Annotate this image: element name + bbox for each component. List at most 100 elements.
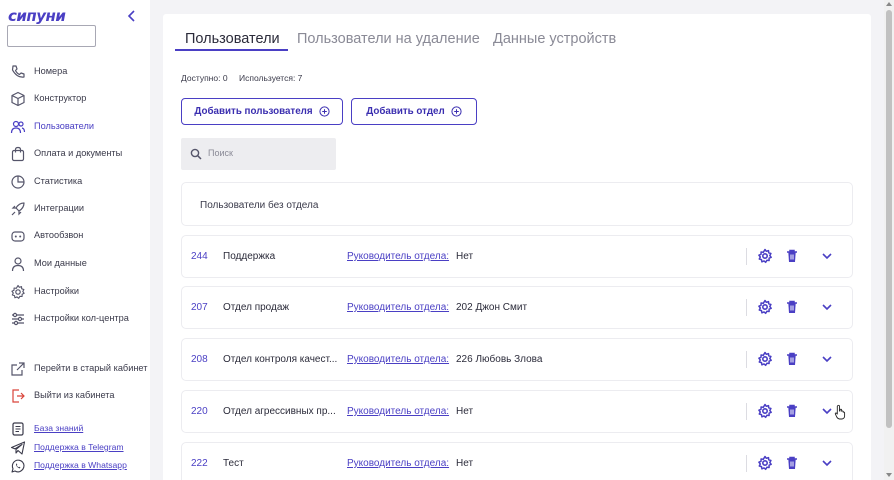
department-head-link[interactable]: Руководитель отдела: (347, 406, 449, 417)
department-name: Отдел продаж (223, 302, 290, 313)
tab-users[interactable]: Пользователи (185, 31, 280, 47)
department-head-link[interactable]: Руководитель отдела: (347, 302, 449, 313)
sidebar-search-input[interactable] (7, 25, 96, 47)
trash-icon[interactable] (784, 351, 800, 367)
trash-icon[interactable] (784, 299, 800, 315)
gear-icon (11, 284, 25, 299)
sidebar-item-label: Статистика (34, 176, 83, 186)
active-tab-indicator (175, 49, 288, 51)
sidebar-item-label: Номера (34, 66, 68, 76)
department-id[interactable]: 208 (191, 354, 208, 365)
trash-icon[interactable] (784, 248, 800, 264)
department-id[interactable]: 244 (191, 251, 208, 262)
old-cabinet-link[interactable]: Перейти в старый кабинет (0, 358, 150, 380)
sidebar-item-callcenter-settings[interactable]: Настройки кол-центра (0, 308, 150, 330)
sidebar-item-constructor[interactable]: Конструктор (0, 88, 150, 110)
add-department-button[interactable]: Добавить отдел (351, 98, 477, 125)
page-scrollbar[interactable] (884, 0, 894, 480)
robot-icon (11, 231, 25, 242)
department-head-value: Нет (456, 406, 474, 417)
chevron-down-icon[interactable] (819, 455, 835, 471)
chevron-down-icon[interactable] (819, 403, 835, 419)
divider (746, 403, 747, 420)
users-without-department[interactable]: Пользователи без отдела (181, 182, 853, 226)
search-placeholder: Поиск (208, 148, 233, 158)
telegram-icon (10, 441, 26, 455)
department-id[interactable]: 220 (191, 406, 208, 417)
department-name: Поддержка (223, 251, 276, 262)
plus-circle-icon (451, 106, 462, 117)
gear-icon[interactable] (757, 455, 773, 471)
department-head-link[interactable]: Руководитель отдела: (347, 251, 449, 262)
sidebar-item-integrations[interactable]: Интеграции (0, 198, 150, 220)
gear-icon[interactable] (757, 351, 773, 367)
department-row[interactable]: 222 Тест Руководитель отдела: Нет (181, 442, 853, 480)
department-name: Отдел контроля качест... (223, 354, 338, 365)
users-without-department-label: Пользователи без отдела (200, 200, 319, 211)
chevron-down-icon[interactable] (819, 351, 835, 367)
department-id[interactable]: 222 (191, 458, 208, 469)
used-count: Используется: 7 (239, 73, 303, 83)
tab-device-data[interactable]: Данные устройств (493, 31, 616, 47)
logout-label: Выйти из кабинета (34, 390, 115, 400)
gear-icon[interactable] (757, 248, 773, 264)
department-head-link[interactable]: Руководитель отдела: (347, 458, 449, 469)
sidebar-item-autodial[interactable]: Автообзвон (0, 225, 150, 247)
add-user-button[interactable]: Добавить пользователя (181, 98, 343, 125)
tab-users-to-delete[interactable]: Пользователи на удаление (297, 31, 480, 47)
gear-icon[interactable] (757, 403, 773, 419)
main-panel: Пользователи Пользователи на удаление Да… (163, 14, 871, 480)
sidebar-item-my-data[interactable]: Мои данные (0, 253, 150, 275)
divider (746, 351, 747, 368)
chevron-down-icon[interactable] (819, 299, 835, 315)
sidebar: сипуни Номера Конструктор Пользователи О… (0, 0, 150, 480)
sidebar-item-numbers[interactable]: Номера (0, 61, 150, 83)
sidebar-item-label: Интеграции (34, 203, 84, 213)
department-head-value: Нет (456, 458, 474, 469)
department-id[interactable]: 207 (191, 302, 208, 313)
sidebar-item-payment[interactable]: Оплата и документы (0, 143, 150, 165)
whatsapp-icon (11, 459, 25, 473)
rocket-icon (11, 202, 25, 216)
divider (746, 299, 747, 316)
scroll-thumb[interactable] (886, 10, 892, 428)
logout-link[interactable]: Выйти из кабинета (0, 385, 150, 407)
whatsapp-support-label[interactable]: Поддержка в Whatsapp (34, 460, 127, 470)
logout-icon (12, 389, 25, 403)
logo[interactable]: сипуни (8, 7, 66, 25)
add-user-label: Добавить пользователя (194, 106, 313, 117)
telegram-support-label[interactable]: Поддержка в Telegram (34, 442, 124, 452)
phone-icon (11, 65, 25, 78)
plus-circle-icon (319, 106, 330, 117)
department-head-link[interactable]: Руководитель отдела: (347, 354, 449, 365)
trash-icon[interactable] (784, 403, 800, 419)
user-icon (11, 257, 25, 272)
add-department-label: Добавить отдел (366, 106, 445, 117)
gear-icon[interactable] (757, 299, 773, 315)
department-head-value: Нет (456, 251, 474, 262)
search-input[interactable]: Поиск (181, 138, 336, 170)
chevron-down-icon[interactable] (819, 248, 835, 264)
pie-chart-icon (11, 175, 25, 189)
sidebar-item-settings[interactable]: Настройки (0, 281, 150, 303)
whatsapp-support-link[interactable]: Поддержка в Whatsapp (0, 455, 150, 477)
department-row[interactable]: 207 Отдел продаж Руководитель отдела: 20… (181, 286, 853, 329)
knowledge-base-label[interactable]: База знаний (34, 423, 83, 433)
sidebar-item-statistics[interactable]: Статистика (0, 171, 150, 193)
department-row[interactable]: 208 Отдел контроля качест... Руководител… (181, 338, 853, 381)
divider (746, 455, 747, 472)
sidebar-item-label: Пользователи (34, 121, 94, 131)
hand-cursor-icon (834, 404, 846, 420)
chevron-left-icon[interactable] (124, 8, 140, 24)
trash-icon[interactable] (784, 455, 800, 471)
scroll-down-arrow[interactable] (886, 473, 892, 477)
divider (746, 248, 747, 265)
department-head-value: 202 Джон Смит (456, 302, 528, 313)
department-row[interactable]: 220 Отдел агрессивных пр... Руководитель… (181, 390, 853, 433)
scroll-up-arrow[interactable] (886, 2, 892, 6)
sidebar-item-label: Настройки (34, 286, 80, 296)
sliders-icon (12, 312, 24, 326)
sidebar-item-label: Автообзвон (34, 230, 84, 240)
sidebar-item-users[interactable]: Пользователи (0, 116, 150, 138)
department-row[interactable]: 244 Поддержка Руководитель отдела: Нет (181, 235, 853, 278)
